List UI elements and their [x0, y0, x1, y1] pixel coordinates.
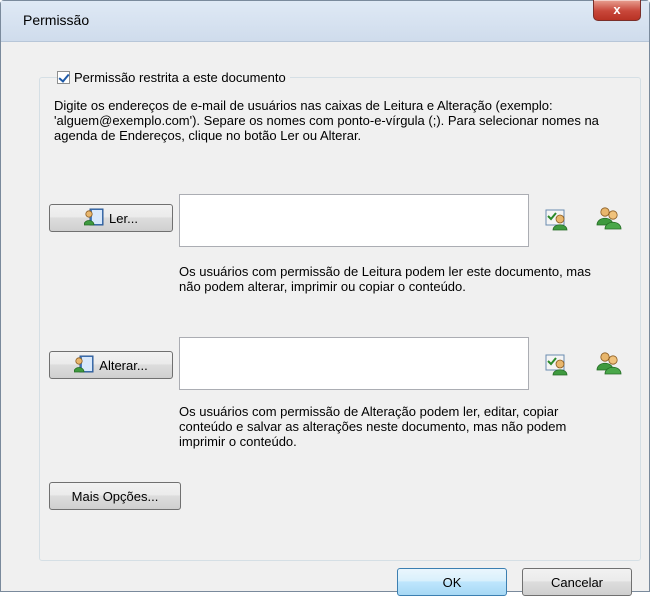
users-icon [596, 207, 622, 234]
check-names-icon [545, 209, 569, 234]
ok-label: OK [442, 574, 462, 590]
permission-dialog: Permissão x Permissão restrita a este do… [0, 0, 650, 596]
read-users-input[interactable] [179, 194, 529, 247]
more-options-button[interactable]: Mais Opções... [49, 482, 181, 510]
instructions-text: Digite os endereços de e-mail de usuário… [54, 98, 599, 143]
cancel-label: Cancelar [550, 574, 604, 590]
more-options-label: Mais Opções... [71, 488, 159, 504]
restricted-permission-checkbox[interactable] [57, 70, 70, 84]
close-icon: x [613, 2, 621, 17]
read-button-label: Ler... [109, 210, 138, 226]
dialog-body: Permissão restrita a este documento Digi… [9, 42, 641, 596]
read-permission-description: Os usuários com permissão de Leitura pod… [179, 264, 591, 294]
check-names-icon [545, 354, 569, 379]
change-users-input[interactable] [179, 337, 529, 390]
read-address-book-button[interactable] [596, 205, 622, 230]
change-permission-description: Os usuários com permissão de Alteração p… [179, 404, 567, 449]
read-check-names-button[interactable] [545, 207, 569, 231]
change-address-book-button[interactable] [596, 350, 622, 375]
dialog-title: Permissão [23, 12, 90, 28]
title-bar[interactable]: Permissão x [1, 0, 649, 42]
change-check-names-button[interactable] [545, 352, 569, 376]
address-book-icon [83, 208, 104, 229]
restricted-permission-label: Permissão restrita a este documento [74, 69, 286, 85]
change-button-label: Alterar... [99, 357, 148, 373]
users-icon [596, 352, 622, 379]
change-button[interactable]: Alterar... [49, 351, 173, 379]
restricted-permission-toggle[interactable]: Permissão restrita a este documento [57, 68, 290, 86]
read-button[interactable]: Ler... [49, 204, 173, 232]
address-book-icon [73, 355, 94, 376]
close-button[interactable]: x [593, 0, 641, 21]
